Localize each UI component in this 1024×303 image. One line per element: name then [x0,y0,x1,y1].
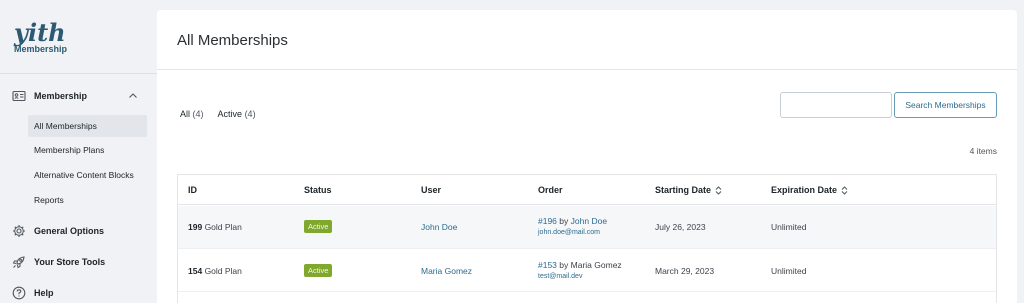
user-link[interactable]: Maria Gomez [421,266,472,276]
status-filters: All (4) Active (4) [180,109,256,119]
column-expiration-date[interactable]: Expiration Date [771,185,848,195]
title-divider [157,69,1017,70]
order-link[interactable]: #196 [538,216,557,226]
chevron-up-icon[interactable] [128,91,138,101]
starting-date: July 26, 2023 [655,222,706,232]
starting-date: March 29, 2023 [655,266,715,276]
sidebar-item-label: Membership [34,91,88,101]
order-info: #196 by John Doe john.doe@mail.com [538,216,608,236]
order-user: Maria Gomez [570,260,622,270]
sidebar-subitem-reports[interactable]: Reports [28,189,147,211]
table-header: ID Status User Order Starting Date Expir… [178,175,996,205]
sort-icon [715,185,722,195]
column-order: Order [538,185,563,195]
gear-icon [13,225,25,237]
sidebar-item-label: Your Store Tools [34,257,106,267]
search-memberships-button[interactable]: Search Memberships [894,92,997,118]
column-starting-date[interactable]: Starting Date [655,185,722,195]
sidebar-item-membership[interactable]: Membership [0,84,157,108]
status-badge: Active [304,264,333,277]
items-count: 4 items [969,146,997,156]
sidebar-subitem-all-memberships[interactable]: All Memberships [28,115,147,137]
rocket-icon [12,256,25,269]
sort-icon [841,185,848,195]
order-info: #153 by Maria Gomez test@mail.dev [538,260,622,280]
expiration-date: Unlimited [771,222,807,232]
order-email[interactable]: john.doe@mail.com [538,229,607,236]
column-user: User [421,185,442,195]
column-id: ID [188,185,197,195]
id-card-icon [12,90,26,102]
question-circle-icon [12,286,26,300]
membership-id: 199 Gold Plan [188,222,242,232]
page-title: All Memberships [177,32,288,49]
table-row[interactable]: 199 Gold Plan Active John Doe #196 by Jo… [178,206,996,249]
status-badge: Active [304,220,333,233]
expiration-date: Unlimited [771,266,807,276]
memberships-table: ID Status User Order Starting Date Expir… [177,174,997,303]
sidebar-divider [0,73,157,74]
sidebar-subitem-membership-plans[interactable]: Membership Plans [28,139,147,161]
brand-subtitle: Membership [14,44,68,54]
svg-text:yith: yith [13,18,66,47]
table-row[interactable]: 154 Gold Plan Active Maria Gomez #153 by… [178,249,996,292]
filter-all[interactable]: All (4) [180,109,204,119]
sidebar-item-help[interactable]: Help [0,281,157,303]
sidebar: yith Membership Membership All Membershi… [0,0,157,303]
search-input[interactable] [780,92,892,118]
main-panel: All Memberships All (4) Active (4) Searc… [157,10,1017,303]
column-status: Status [304,185,332,195]
membership-id: 154 Gold Plan [188,266,242,276]
order-email[interactable]: test@mail.dev [538,273,622,280]
sidebar-item-your-store-tools[interactable]: Your Store Tools [0,250,157,274]
user-link[interactable]: John Doe [421,222,457,232]
filter-active[interactable]: Active (4) [218,109,256,119]
order-user-link[interactable]: John Doe [571,216,607,226]
sidebar-subitem-alternative-content-blocks[interactable]: Alternative Content Blocks [28,164,147,186]
sidebar-item-label: Help [34,288,54,298]
order-link[interactable]: #153 [538,260,557,270]
sidebar-item-general-options[interactable]: General Options [0,219,157,243]
sidebar-item-label: General Options [34,226,105,236]
